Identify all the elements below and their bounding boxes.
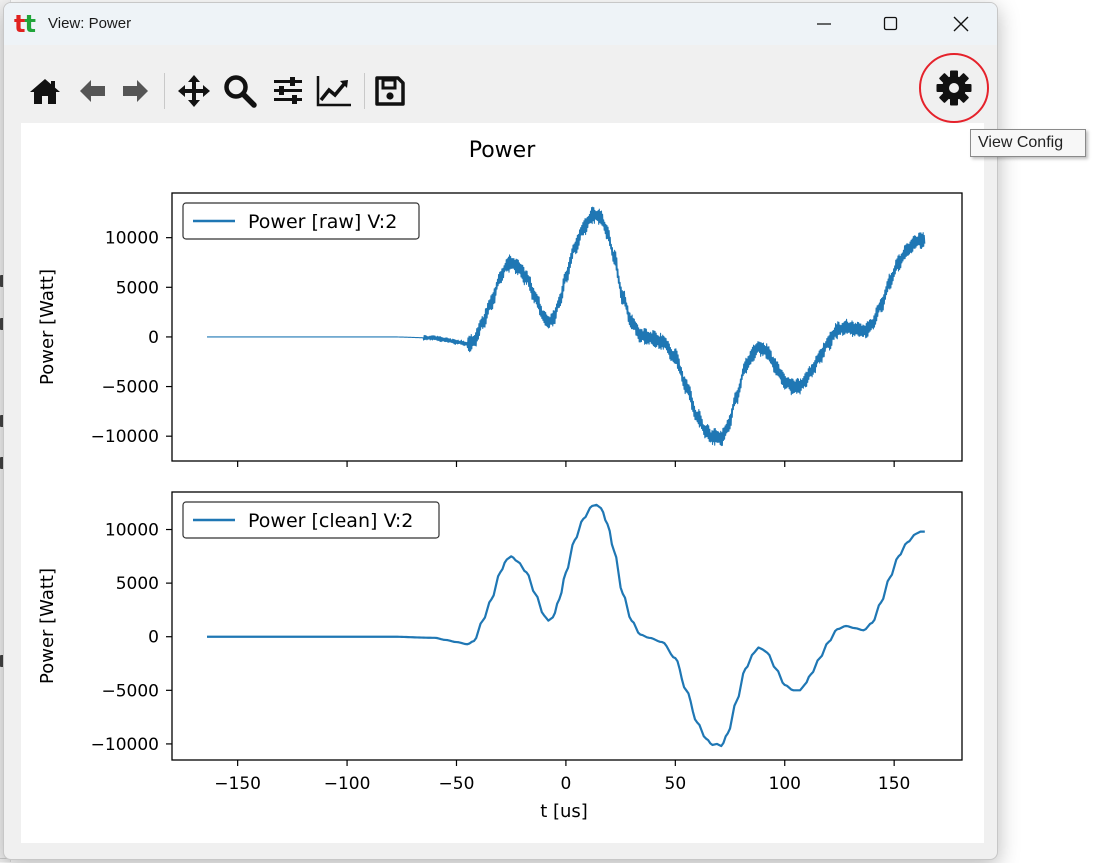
legend[interactable]: Power [clean] V:2 bbox=[182, 501, 440, 539]
legend-label: Power [raw] V:2 bbox=[248, 211, 397, 233]
y-tick-label: −10000 bbox=[91, 427, 159, 447]
pan-icon bbox=[178, 75, 210, 107]
view-config-button[interactable] bbox=[919, 53, 989, 123]
x-tick-label: −100 bbox=[324, 774, 371, 794]
sliders-icon bbox=[274, 77, 302, 104]
minimize-button[interactable] bbox=[801, 3, 847, 45]
app-logo: tt bbox=[14, 10, 36, 38]
forward-icon bbox=[123, 80, 148, 102]
y-tick-label: 5000 bbox=[116, 278, 159, 298]
gear-icon bbox=[936, 70, 972, 106]
plot-canvas[interactable]: Power −10000 −5000 0 5000 10000 Power [Watt] P… bbox=[21, 123, 984, 843]
close-icon bbox=[953, 16, 969, 32]
window-title: View: Power bbox=[48, 15, 132, 32]
back-button[interactable] bbox=[72, 71, 112, 111]
series-line-1 bbox=[207, 206, 926, 447]
view-window: tt View: Power Power −10000 −5000 0 5000… bbox=[3, 2, 998, 860]
y-tick-label: −10000 bbox=[91, 735, 159, 755]
subplot-2: −10000 −5000 0 5000 10000 −150 −100 −50 0 50 100 15… bbox=[37, 491, 963, 794]
close-button[interactable] bbox=[938, 3, 984, 45]
line-chart-icon bbox=[316, 76, 351, 107]
x-tick-label: −50 bbox=[439, 774, 475, 794]
y-tick-label: 0 bbox=[148, 328, 159, 348]
x-tick-label: 0 bbox=[560, 774, 571, 794]
x-axis-label: t [us] bbox=[540, 801, 588, 822]
pan-button[interactable] bbox=[174, 71, 214, 111]
y-axis-label: Power [Watt] bbox=[37, 568, 58, 684]
legend[interactable]: Power [raw] V:2 bbox=[182, 202, 420, 240]
x-tick-label: 100 bbox=[769, 774, 801, 794]
x-tick-label: 150 bbox=[878, 774, 910, 794]
home-button[interactable] bbox=[25, 71, 65, 111]
zoom-button[interactable] bbox=[220, 71, 260, 111]
maximize-button[interactable] bbox=[868, 3, 914, 45]
toolbar-separator bbox=[364, 73, 365, 109]
maximize-icon bbox=[883, 16, 898, 31]
chart: Power −10000−50000500010000Power [Watt]P… bbox=[37, 138, 963, 822]
toolbar-separator bbox=[164, 73, 165, 109]
view-config-tooltip: View Config bbox=[970, 129, 1086, 157]
save-icon bbox=[375, 76, 405, 106]
y-axis-label: Power [Watt] bbox=[37, 269, 58, 385]
x-tick-label: −150 bbox=[214, 774, 261, 794]
forward-button[interactable] bbox=[116, 71, 156, 111]
minimize-icon bbox=[817, 23, 831, 25]
subplots-config-button[interactable] bbox=[268, 71, 308, 111]
series-line-2 bbox=[207, 503, 925, 748]
chart-title: Power bbox=[469, 138, 536, 163]
subplot-1: −10000 −5000 0 5000 10000 Power [Watt] Power [… bbox=[37, 192, 963, 467]
home-icon bbox=[30, 79, 60, 104]
y-tick-label: 0 bbox=[148, 628, 159, 648]
y-tick-label: −5000 bbox=[101, 378, 159, 398]
y-tick-label: −5000 bbox=[101, 681, 159, 701]
x-tick-label: 50 bbox=[665, 774, 687, 794]
legend-label: Power [clean] V:2 bbox=[248, 510, 413, 532]
zoom-icon bbox=[224, 75, 257, 108]
back-icon bbox=[80, 80, 105, 102]
save-button[interactable] bbox=[370, 71, 410, 111]
title-bar[interactable]: tt View: Power bbox=[4, 3, 997, 45]
y-tick-label: 10000 bbox=[105, 521, 159, 541]
y-tick-label: 10000 bbox=[105, 229, 159, 249]
plot-toolbar bbox=[4, 53, 997, 123]
axes-edit-button[interactable] bbox=[314, 71, 354, 111]
y-tick-label: 5000 bbox=[116, 574, 159, 594]
